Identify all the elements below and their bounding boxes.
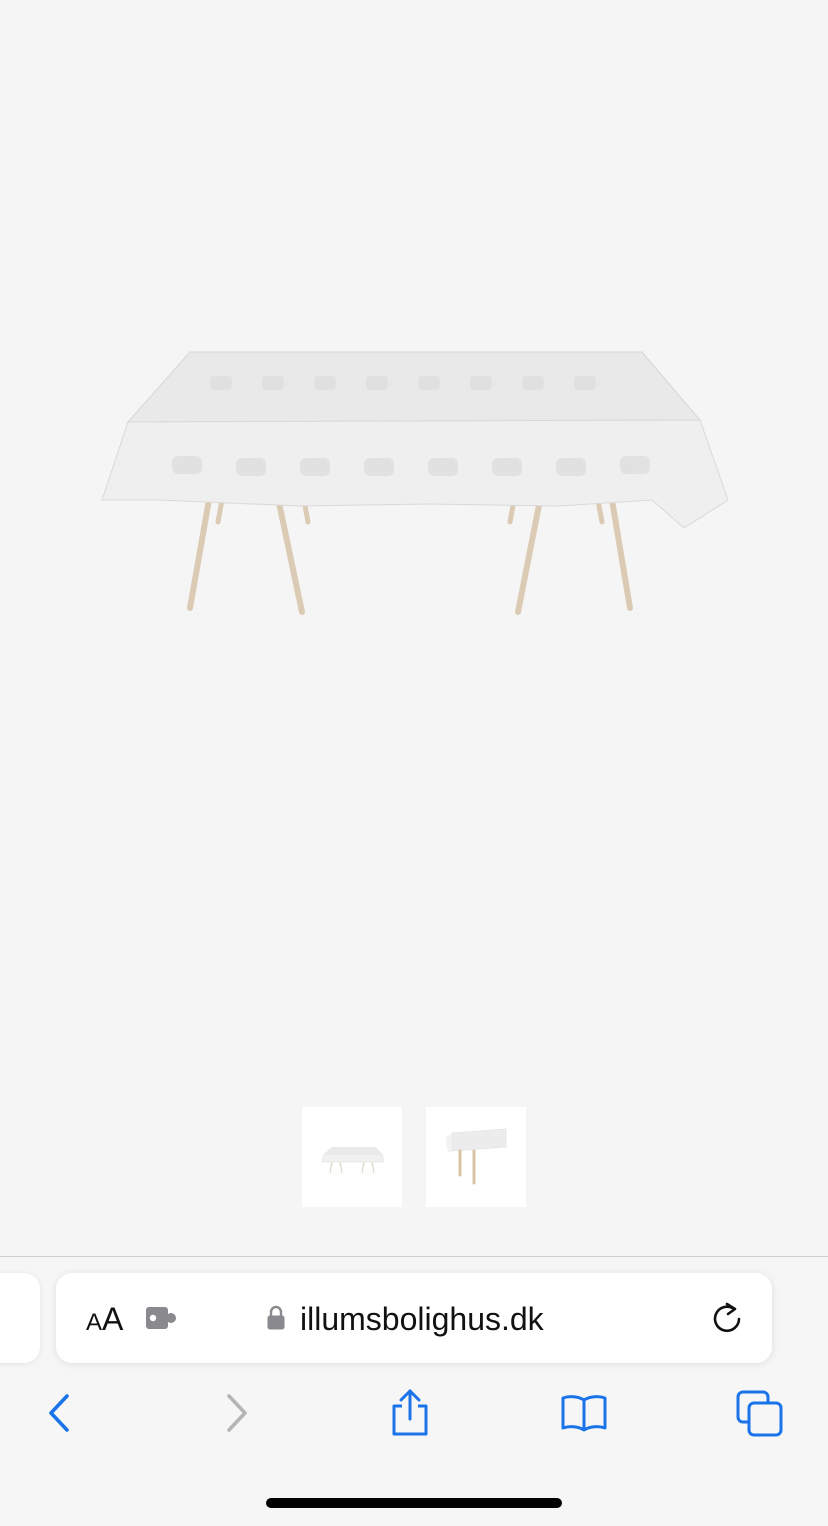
tabs-icon <box>736 1390 783 1437</box>
share-icon <box>392 1389 428 1436</box>
thumbnail-front[interactable] <box>302 1107 402 1207</box>
product-image[interactable] <box>0 0 828 1080</box>
tabs-button[interactable] <box>735 1388 785 1438</box>
bookmarks-button[interactable] <box>559 1388 609 1438</box>
table-legs <box>187 491 633 615</box>
thumbnail-corner[interactable] <box>426 1107 526 1207</box>
thumbnail-strip <box>0 1107 828 1207</box>
reader-big-a: A <box>102 1301 124 1337</box>
back-button[interactable] <box>38 1388 88 1438</box>
address-bar[interactable]: AA illumsbolighus.dk <box>56 1273 772 1363</box>
share-button[interactable] <box>385 1388 435 1438</box>
reload-icon[interactable] <box>710 1300 744 1341</box>
home-indicator <box>266 1498 562 1508</box>
lock-icon <box>266 1305 286 1336</box>
previous-tab-card[interactable] <box>0 1273 40 1363</box>
url-text: illumsbolighus.dk <box>300 1301 544 1337</box>
forward-button[interactable] <box>212 1388 262 1438</box>
reader-small-a: A <box>86 1309 103 1336</box>
chevron-right-icon <box>227 1394 247 1432</box>
chevron-left-icon <box>49 1394 69 1432</box>
reader-options-button[interactable]: AA <box>86 1299 123 1339</box>
book-icon <box>561 1395 607 1432</box>
puzzle-icon[interactable] <box>144 1303 178 1338</box>
